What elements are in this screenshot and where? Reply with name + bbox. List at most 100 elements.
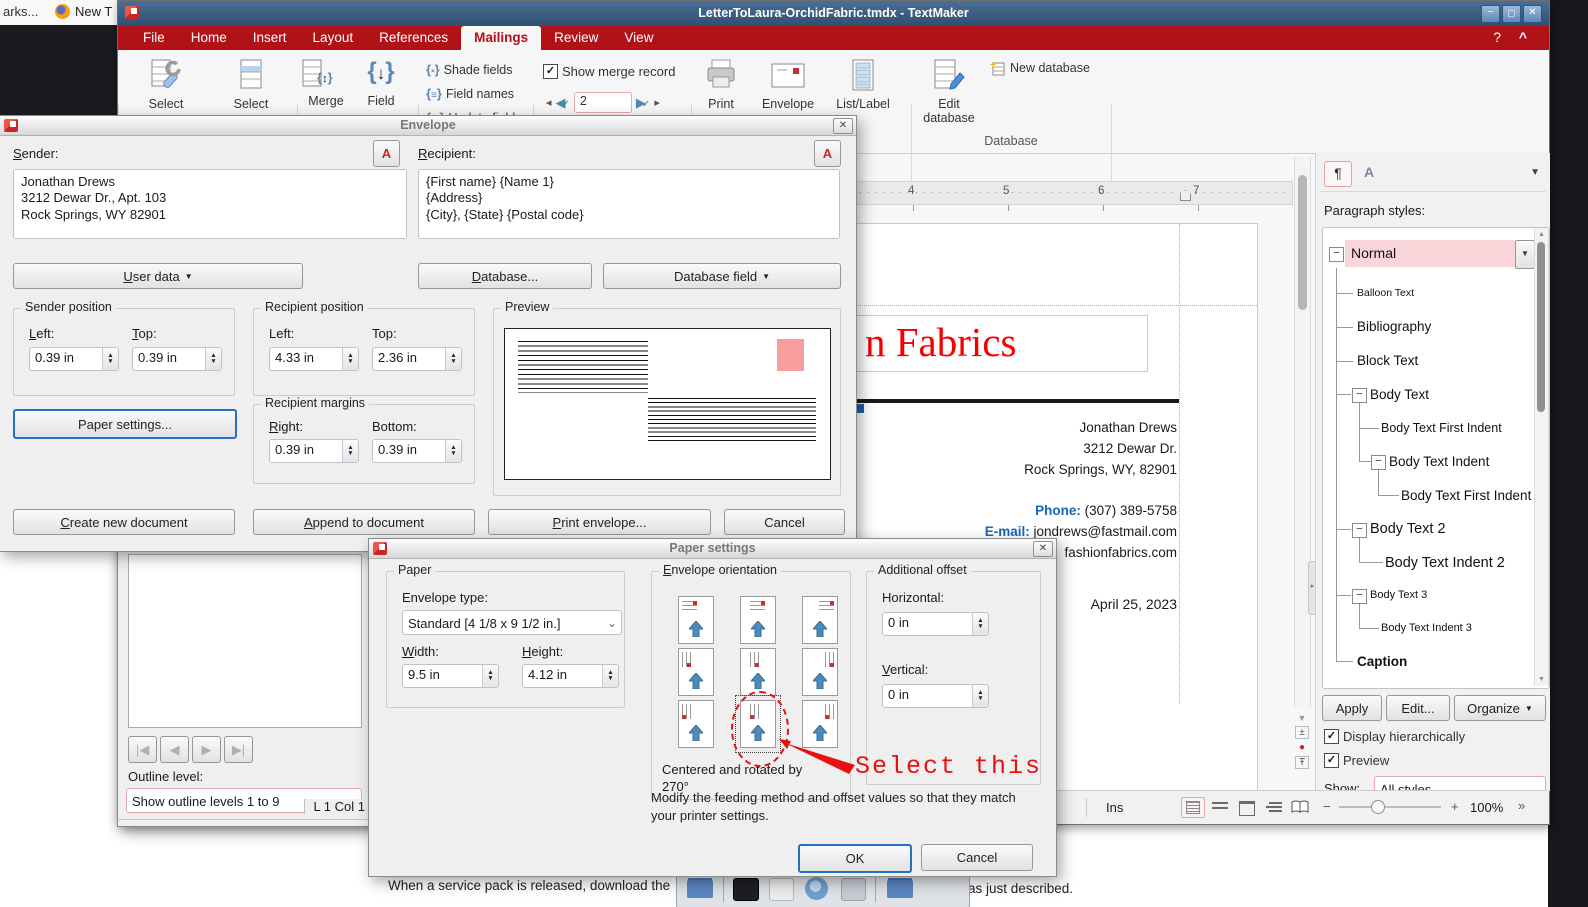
display-hierarchically-checkbox[interactable]: ✓Display hierarchically: [1324, 729, 1465, 744]
outline-pane[interactable]: [128, 554, 362, 728]
normal-view-icon[interactable]: [1208, 797, 1232, 818]
tab-insert[interactable]: Insert: [240, 26, 300, 50]
style-item[interactable]: Block Text: [1357, 353, 1418, 368]
outline-view-icon[interactable]: [1262, 797, 1286, 818]
spin-buttons-icon[interactable]: ▲▼: [205, 348, 221, 370]
globe-icon[interactable]: [805, 877, 828, 900]
expander-icon[interactable]: −: [1329, 247, 1344, 262]
style-item[interactable]: Body Text First Indent: [1401, 488, 1531, 503]
sender-left-spinner[interactable]: 0.39 in▲▼: [29, 347, 119, 371]
expander-icon[interactable]: −: [1352, 523, 1367, 538]
browse-object-icon[interactable]: ±: [1295, 726, 1309, 739]
checkbox-checked-icon[interactable]: ✓: [1324, 729, 1339, 744]
recipient-textarea[interactable]: {First name} {Name 1} {Address} {City}, …: [418, 169, 840, 239]
envelope-button[interactable]: Envelope: [758, 58, 818, 111]
cancel-button[interactable]: Cancel: [921, 844, 1033, 871]
firefox-icon[interactable]: [55, 4, 70, 19]
dialog-title-bar[interactable]: Paper settings ✕: [369, 539, 1056, 559]
next-page-button[interactable]: ▶: [192, 736, 221, 763]
spin-buttons-icon[interactable]: ▲▼: [482, 665, 498, 687]
terminal-icon[interactable]: [733, 878, 759, 901]
first-page-button[interactable]: |◀: [128, 736, 157, 763]
tab-view[interactable]: View: [611, 26, 666, 50]
style-item[interactable]: Balloon Text: [1357, 287, 1414, 299]
sidebar-menu-icon[interactable]: ▼: [1530, 167, 1540, 178]
cancel-button[interactable]: Cancel: [724, 509, 845, 535]
edit-button[interactable]: Edit...: [1386, 695, 1450, 721]
checkbox-checked-icon[interactable]: ✓: [543, 64, 558, 79]
style-item[interactable]: Caption: [1357, 654, 1407, 669]
style-item[interactable]: Body Text Indent 2: [1385, 555, 1505, 571]
close-icon[interactable]: ✕: [833, 118, 853, 134]
spin-buttons-icon[interactable]: ▲▼: [602, 665, 618, 687]
last-page-button[interactable]: ▶|: [224, 736, 253, 763]
spin-buttons-icon[interactable]: ▲▼: [342, 440, 358, 462]
scroll-up-icon[interactable]: ▲: [1538, 231, 1545, 238]
maximize-button[interactable]: ▢: [1502, 5, 1521, 23]
spin-buttons-icon[interactable]: ▲▼: [445, 348, 461, 370]
style-item[interactable]: Body Text 3: [1370, 589, 1427, 601]
document-vscrollbar[interactable]: [1294, 157, 1311, 707]
sender-font-button[interactable]: A: [373, 140, 400, 167]
organize-button[interactable]: Organize▼: [1454, 695, 1546, 721]
recipient-top-spinner[interactable]: 2.36 in▲▼: [372, 347, 462, 371]
orientation-option-2[interactable]: [740, 596, 776, 644]
character-style-mode-button[interactable]: A: [1356, 161, 1382, 185]
user-data-button[interactable]: User data▼: [13, 263, 303, 289]
margin-right-spinner[interactable]: 0.39 in▲▼: [269, 439, 359, 463]
app-icon[interactable]: [769, 878, 794, 901]
orientation-option-6[interactable]: [802, 648, 838, 696]
expander-icon[interactable]: −: [1352, 388, 1367, 403]
title-bar[interactable]: LetterToLaura-OrchidFabric.tmdx - TextMa…: [118, 1, 1549, 26]
folder-icon[interactable]: [687, 880, 713, 898]
browse-dot-icon[interactable]: ●: [1294, 742, 1310, 753]
sender-top-spinner[interactable]: 0.39 in▲▼: [132, 347, 222, 371]
prev-page-button[interactable]: ◀: [160, 736, 189, 763]
last-record-icon[interactable]: ▸: [654, 96, 660, 109]
envelope-type-select[interactable]: Standard [4 1/8 x 9 1/2 in.]⌄: [402, 610, 622, 635]
folder2-icon[interactable]: [887, 880, 913, 898]
spin-buttons-icon[interactable]: ▲▼: [972, 613, 988, 635]
database-field-button[interactable]: Database field▼: [603, 263, 841, 289]
sender-textarea[interactable]: Jonathan Drews 3212 Dewar Dr., Apt. 103 …: [13, 169, 407, 239]
new-tab-label[interactable]: New T: [75, 4, 112, 19]
tab-file[interactable]: File: [130, 26, 178, 50]
database-button[interactable]: Database...: [418, 263, 592, 289]
next-record-icon[interactable]: ▶✓: [636, 95, 650, 111]
style-item[interactable]: Body Text Indent: [1389, 454, 1489, 469]
app2-icon[interactable]: [841, 878, 866, 901]
minimize-button[interactable]: −: [1481, 5, 1500, 23]
ribbon-help-icon[interactable]: ?: [1493, 29, 1501, 45]
style-item[interactable]: Body Text 2: [1370, 521, 1446, 537]
apply-button[interactable]: Apply: [1322, 695, 1382, 721]
horizontal-offset-spinner[interactable]: 0 in▲▼: [882, 612, 989, 636]
spin-buttons-icon[interactable]: ▲▼: [445, 440, 461, 462]
print-button[interactable]: Print: [693, 58, 749, 111]
book-view-icon[interactable]: [1289, 797, 1313, 818]
preview-checkbox[interactable]: ✓Preview: [1324, 753, 1389, 768]
zoom-percent[interactable]: 100%: [1470, 800, 1503, 815]
orientation-option-1[interactable]: [678, 596, 714, 644]
vertical-offset-spinner[interactable]: 0 in▲▼: [882, 684, 989, 708]
style-item[interactable]: Body Text Indent 3: [1381, 622, 1472, 634]
scroll-up-icon[interactable]: ▼: [1294, 713, 1310, 723]
shade-fields-button[interactable]: {▪}Shade fields: [426, 62, 512, 77]
print-envelope-button[interactable]: Print envelope...: [488, 509, 711, 535]
style-dropdown-button[interactable]: ▼: [1515, 240, 1535, 269]
web-view-icon[interactable]: [1235, 797, 1259, 818]
styles-list-scrollbar[interactable]: ▲ ▼: [1534, 228, 1549, 686]
ok-button[interactable]: OK: [798, 844, 912, 873]
tab-mailings[interactable]: Mailings: [461, 26, 541, 50]
style-item[interactable]: Normal: [1351, 245, 1396, 261]
show-merge-record-checkbox[interactable]: ✓ Show merge record: [543, 64, 675, 79]
tab-review[interactable]: Review: [541, 26, 611, 50]
margin-bottom-spinner[interactable]: 0.39 in▲▼: [372, 439, 462, 463]
height-spinner[interactable]: 4.12 in▲▼: [522, 664, 619, 688]
new-database-button[interactable]: + New database: [990, 60, 1090, 76]
recipient-left-spinner[interactable]: 4.33 in▲▼: [269, 347, 359, 371]
first-record-icon[interactable]: ◂: [546, 96, 552, 109]
width-spinner[interactable]: 9.5 in▲▼: [402, 664, 499, 688]
dialog-title-bar[interactable]: Envelope ✕: [0, 116, 856, 136]
field-names-button[interactable]: {≡}Field names: [426, 86, 514, 101]
close-button[interactable]: ✕: [1523, 5, 1542, 23]
